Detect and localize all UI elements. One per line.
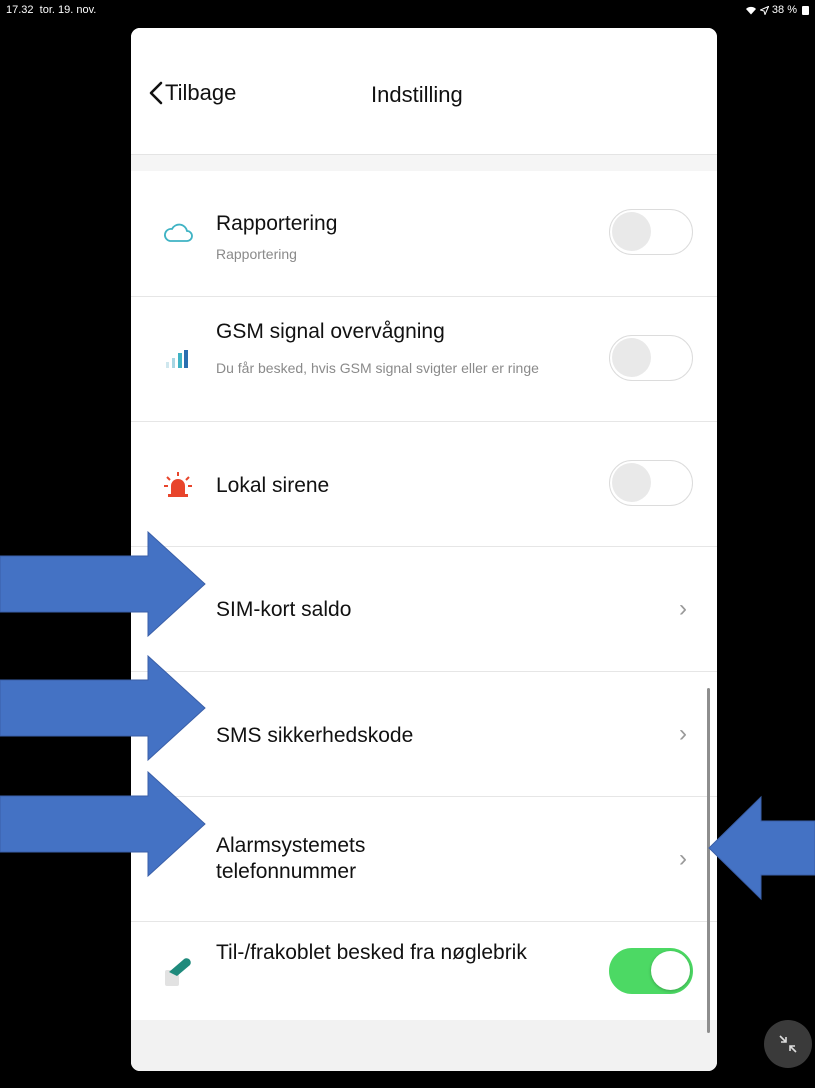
setting-title: Til-/frakoblet besked fra nøglebrik — [216, 941, 527, 964]
setting-row-rapportering: Rapportering Rapportering — [131, 171, 717, 296]
shrink-icon — [779, 1035, 797, 1053]
setting-subtitle: Rapportering — [216, 246, 297, 262]
battery-icon — [802, 5, 809, 15]
toggle-knob — [612, 463, 651, 502]
setting-row-noeglebrik: Til-/frakoblet besked fra nøglebrik — [131, 922, 717, 1020]
rapportering-toggle[interactable] — [609, 209, 693, 255]
setting-title: GSM signal overvågning — [216, 320, 445, 343]
annotation-arrow-right — [0, 654, 206, 762]
toggle-knob — [651, 951, 690, 990]
setting-title: SMS sikkerhedskode — [216, 724, 414, 747]
gsm-signal-toggle[interactable] — [609, 335, 693, 381]
wifi-icon — [745, 6, 756, 14]
setting-row-gsm-signal: GSM signal overvågning Du får besked, hv… — [131, 297, 717, 421]
key-fob-icon — [161, 955, 195, 989]
status-indicators: 38 % — [745, 4, 809, 16]
chevron-left-icon — [149, 81, 163, 105]
location-icon — [759, 5, 769, 15]
status-bar: 17.32 tor. 19. nov. 38 % — [0, 0, 815, 20]
chevron-right-icon: › — [679, 845, 687, 872]
setting-row-sms-sikkerhedskode[interactable]: SMS sikkerhedskode › — [131, 672, 717, 796]
section-gap — [131, 155, 717, 171]
annotation-arrow-right — [0, 770, 206, 878]
page-title: Indstilling — [371, 82, 463, 107]
list-footer — [131, 1020, 717, 1071]
siren-icon — [161, 468, 195, 502]
setting-row-telefonnummer[interactable]: Alarmsystemets telefonnummer › — [131, 797, 717, 921]
annotation-arrow-right — [0, 530, 206, 638]
chevron-right-icon: › — [679, 595, 687, 622]
status-date: tor. 19. nov. — [39, 4, 97, 16]
status-time: 17.32 — [6, 4, 34, 16]
noeglebrik-toggle[interactable] — [609, 948, 693, 994]
setting-row-lokal-sirene: Lokal sirene — [131, 422, 717, 546]
setting-title: Alarmsystemets telefonnummer — [216, 834, 366, 883]
back-button[interactable]: Tilbage — [149, 80, 236, 106]
cloud-icon — [161, 216, 195, 250]
setting-title: Lokal sirene — [216, 474, 330, 497]
setting-row-sim-kort-saldo[interactable]: SIM-kort saldo › — [131, 547, 717, 671]
lokal-sirene-toggle[interactable] — [609, 460, 693, 506]
battery-percent: 38 % — [771, 4, 797, 16]
navigation-bar: Tilbage Indstilling — [131, 28, 717, 154]
back-label: Tilbage — [165, 80, 237, 105]
settings-sheet: Tilbage Indstilling Rapportering Rapport… — [131, 28, 717, 1071]
chevron-right-icon: › — [679, 720, 687, 747]
setting-subtitle: Du får besked, hvis GSM signal svigter e… — [216, 360, 539, 376]
setting-title: SIM-kort saldo — [216, 598, 352, 621]
toggle-knob — [612, 338, 651, 377]
toggle-knob — [612, 212, 651, 251]
setting-title: Rapportering — [216, 212, 338, 235]
annotation-arrow-left — [708, 795, 815, 901]
shrink-window-button[interactable] — [764, 1020, 812, 1068]
signal-bars-icon — [161, 342, 195, 376]
status-time-date: 17.32 tor. 19. nov. — [6, 4, 96, 16]
